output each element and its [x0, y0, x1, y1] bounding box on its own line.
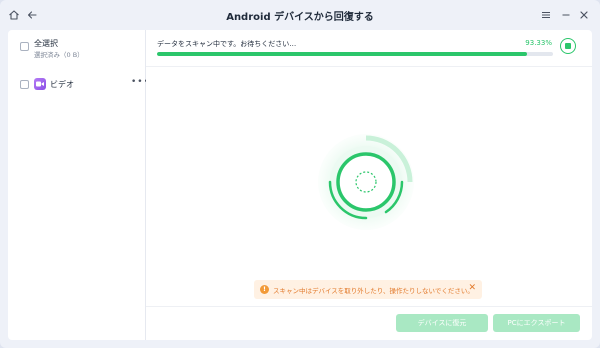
menu-icon[interactable] [538, 7, 554, 23]
minimize-icon[interactable] [558, 7, 574, 23]
sidebar: 全選択 選択済み（0 B） ビデオ ••• [8, 30, 149, 340]
divider [146, 66, 592, 67]
warning-text: スキャン中はデバイスを取り外したり、操作たりしないでください。 [273, 287, 474, 295]
window-title: Android デバイスから回復する [226, 12, 374, 23]
stop-icon [565, 43, 571, 49]
warning-close-icon[interactable]: ✕ [468, 283, 476, 293]
scan-progress-fill [157, 52, 527, 56]
scanning-animation [318, 134, 414, 230]
select-all-checkbox[interactable] [20, 42, 29, 51]
selected-size-label: 選択済み（0 B） [34, 51, 84, 59]
sidebar-item-video[interactable]: ビデオ [50, 79, 74, 90]
scan-percent: 93.33% [525, 39, 552, 47]
warning-banner: ! スキャン中はデバイスを取り外したり、操作たりしないでください。 ✕ [254, 280, 482, 299]
title-bar: Android デバイスから回復する [0, 0, 600, 30]
close-icon[interactable] [576, 7, 592, 23]
footer-divider [146, 306, 592, 307]
select-all-label[interactable]: 全選択 [34, 38, 58, 49]
back-arrow-icon[interactable] [24, 7, 40, 23]
warning-icon: ! [260, 285, 269, 294]
video-checkbox[interactable] [20, 80, 29, 89]
app-window: Android デバイスから回復する 全選択 選択済み（0 B） ビデオ •••… [0, 0, 600, 348]
stop-scan-button[interactable] [560, 38, 576, 54]
export-to-pc-button[interactable]: PCにエクスポート [493, 314, 580, 332]
scan-status-text: データをスキャン中です。お待ちください… [157, 40, 297, 48]
video-camera-icon [34, 78, 46, 90]
scan-progress-bar [157, 52, 553, 56]
main-panel: データをスキャン中です。お待ちください… 93.33% ! スキャン中はデバイス… [146, 30, 592, 340]
home-icon[interactable] [6, 7, 22, 23]
restore-to-device-button[interactable]: デバイスに復元 [396, 314, 488, 332]
